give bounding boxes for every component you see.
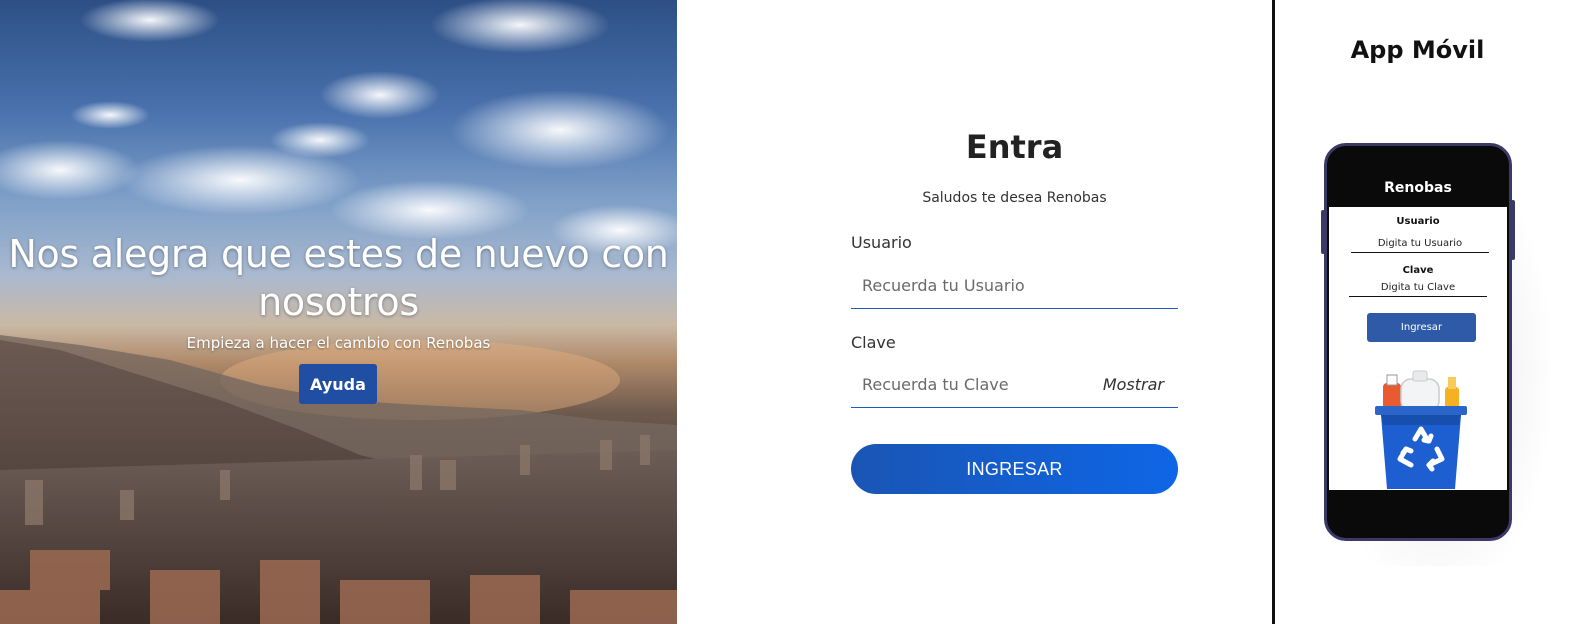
hero-subtitle: Empieza a hacer el cambio con Renobas: [186, 334, 491, 352]
phone-screen: Usuario Digita tu Usuario Clave Digita t…: [1329, 207, 1507, 490]
phone-password-label: Clave: [1402, 265, 1434, 276]
phone-app-name: Renobas: [1384, 180, 1452, 196]
page-root: Nos alegra que estes de nuevo con nosotr…: [0, 0, 1572, 624]
hero-banner: Nos alegra que estes de nuevo con nosotr…: [0, 0, 677, 624]
user-input[interactable]: [851, 263, 1178, 308]
phone-user-label: Usuario: [1396, 216, 1440, 227]
password-field-wrapper: Mostrar: [851, 362, 1178, 408]
user-label: Usuario: [851, 233, 912, 252]
login-title: Entra: [965, 128, 1064, 166]
hero-title: Nos alegra que estes de nuevo con nosotr…: [8, 232, 669, 324]
recycle-bin-icon: [1375, 370, 1467, 489]
phone-submit-button[interactable]: Ingresar: [1367, 313, 1476, 342]
mobile-app-title: App Móvil: [1350, 36, 1485, 64]
phone-password-input[interactable]: Digita tu Clave: [1349, 282, 1487, 297]
password-label: Clave: [851, 333, 896, 352]
login-subtitle: Saludos te desea Renobas: [922, 190, 1107, 206]
submit-button[interactable]: INGRESAR: [851, 444, 1178, 494]
show-password-toggle[interactable]: Mostrar: [1103, 375, 1164, 394]
section-divider: [1272, 0, 1275, 624]
user-field-wrapper: [851, 263, 1178, 309]
phone-user-input[interactable]: Digita tu Usuario: [1351, 238, 1489, 253]
help-button[interactable]: Ayuda: [299, 364, 377, 404]
